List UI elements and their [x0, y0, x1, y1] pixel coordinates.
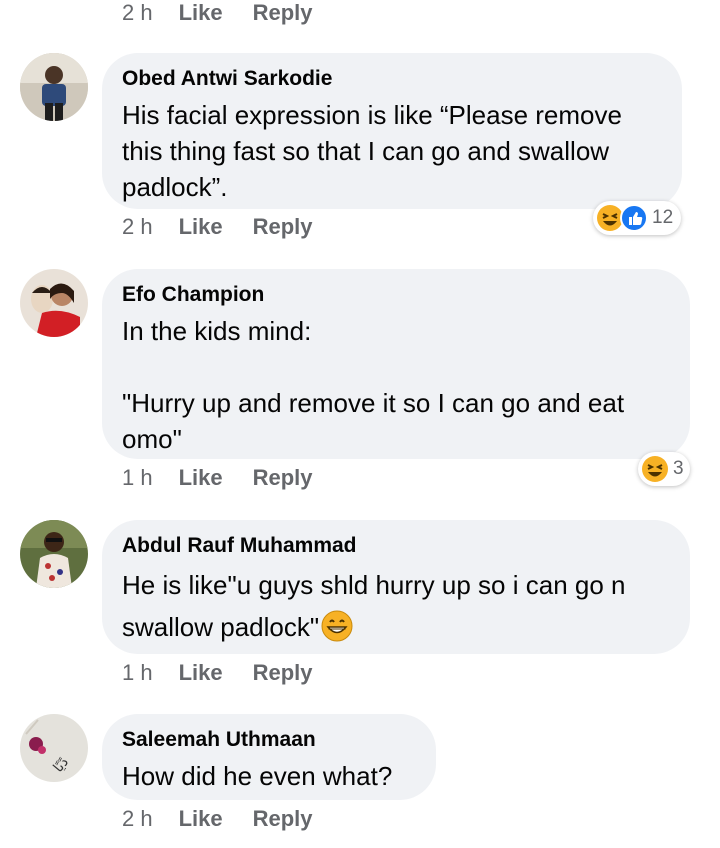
reaction-count: 3 [673, 458, 684, 479]
comment-meta: 2 h Like Reply [122, 214, 313, 240]
laugh-emoji-icon [641, 455, 669, 483]
like-link[interactable]: Like [179, 660, 223, 686]
comment-bubble: Efo Champion In the kids mind: "Hurry up… [102, 269, 690, 459]
comment-time: 1 h [122, 465, 153, 490]
comment-text: In the kids mind: "Hurry up and remove i… [122, 316, 625, 454]
comment-time: 1 h [122, 660, 153, 685]
avatar[interactable] [20, 520, 88, 588]
like-link[interactable]: Like [179, 214, 223, 240]
reply-link[interactable]: Reply [253, 465, 313, 491]
like-link[interactable]: Like [179, 465, 223, 491]
reply-link[interactable]: Reply [253, 214, 313, 240]
comment-text: How did he even what? [122, 761, 393, 791]
like-link[interactable]: Like [179, 806, 223, 832]
reply-link[interactable]: Reply [253, 806, 313, 832]
reaction-count: 12 [652, 207, 674, 228]
comment-bubble: Obed Antwi Sarkodie His facial expressio… [102, 53, 682, 209]
comment-meta: 1 h Like Reply [122, 465, 313, 491]
comment-author[interactable]: Abdul Rauf Muhammad [122, 532, 668, 560]
comment-bubble: Saleemah Uthmaan How did he even what? [102, 714, 436, 800]
comment-author[interactable]: Obed Antwi Sarkodie [122, 65, 660, 93]
reaction-summary[interactable]: 12 [593, 201, 681, 235]
like-thumb-icon [620, 204, 648, 232]
avatar[interactable] [20, 53, 88, 121]
comment-meta-top: 2 h Like Reply [122, 0, 313, 26]
comment-author[interactable]: Efo Champion [122, 281, 668, 309]
comment-text: He is like"u guys shld hurry up so i can… [122, 564, 668, 648]
comment-bubble: Abdul Rauf Muhammad He is like"u guys sh… [102, 520, 690, 654]
avatar[interactable] [20, 269, 88, 337]
comment-author[interactable]: Saleemah Uthmaan [122, 726, 414, 754]
comment-meta: 1 h Like Reply [122, 660, 313, 686]
comment-text-line: swallow padlock" [122, 612, 320, 642]
reply-link[interactable]: Reply [253, 0, 313, 26]
reaction-summary[interactable]: 3 [638, 452, 690, 486]
comment-meta: 2 h Like Reply [122, 806, 313, 832]
comment-time: 2 h [122, 214, 153, 239]
comment-time: 2 h [122, 806, 153, 831]
like-link[interactable]: Like [179, 0, 223, 26]
grinning-emoji-icon [321, 610, 353, 642]
reply-link[interactable]: Reply [253, 660, 313, 686]
comment-time: 2 h [122, 0, 153, 25]
comment-text-line: He is like"u guys shld hurry up so i can… [122, 570, 626, 600]
avatar[interactable]: دًيًا [20, 714, 88, 782]
comment-text: His facial expression is like “Please re… [122, 100, 630, 202]
